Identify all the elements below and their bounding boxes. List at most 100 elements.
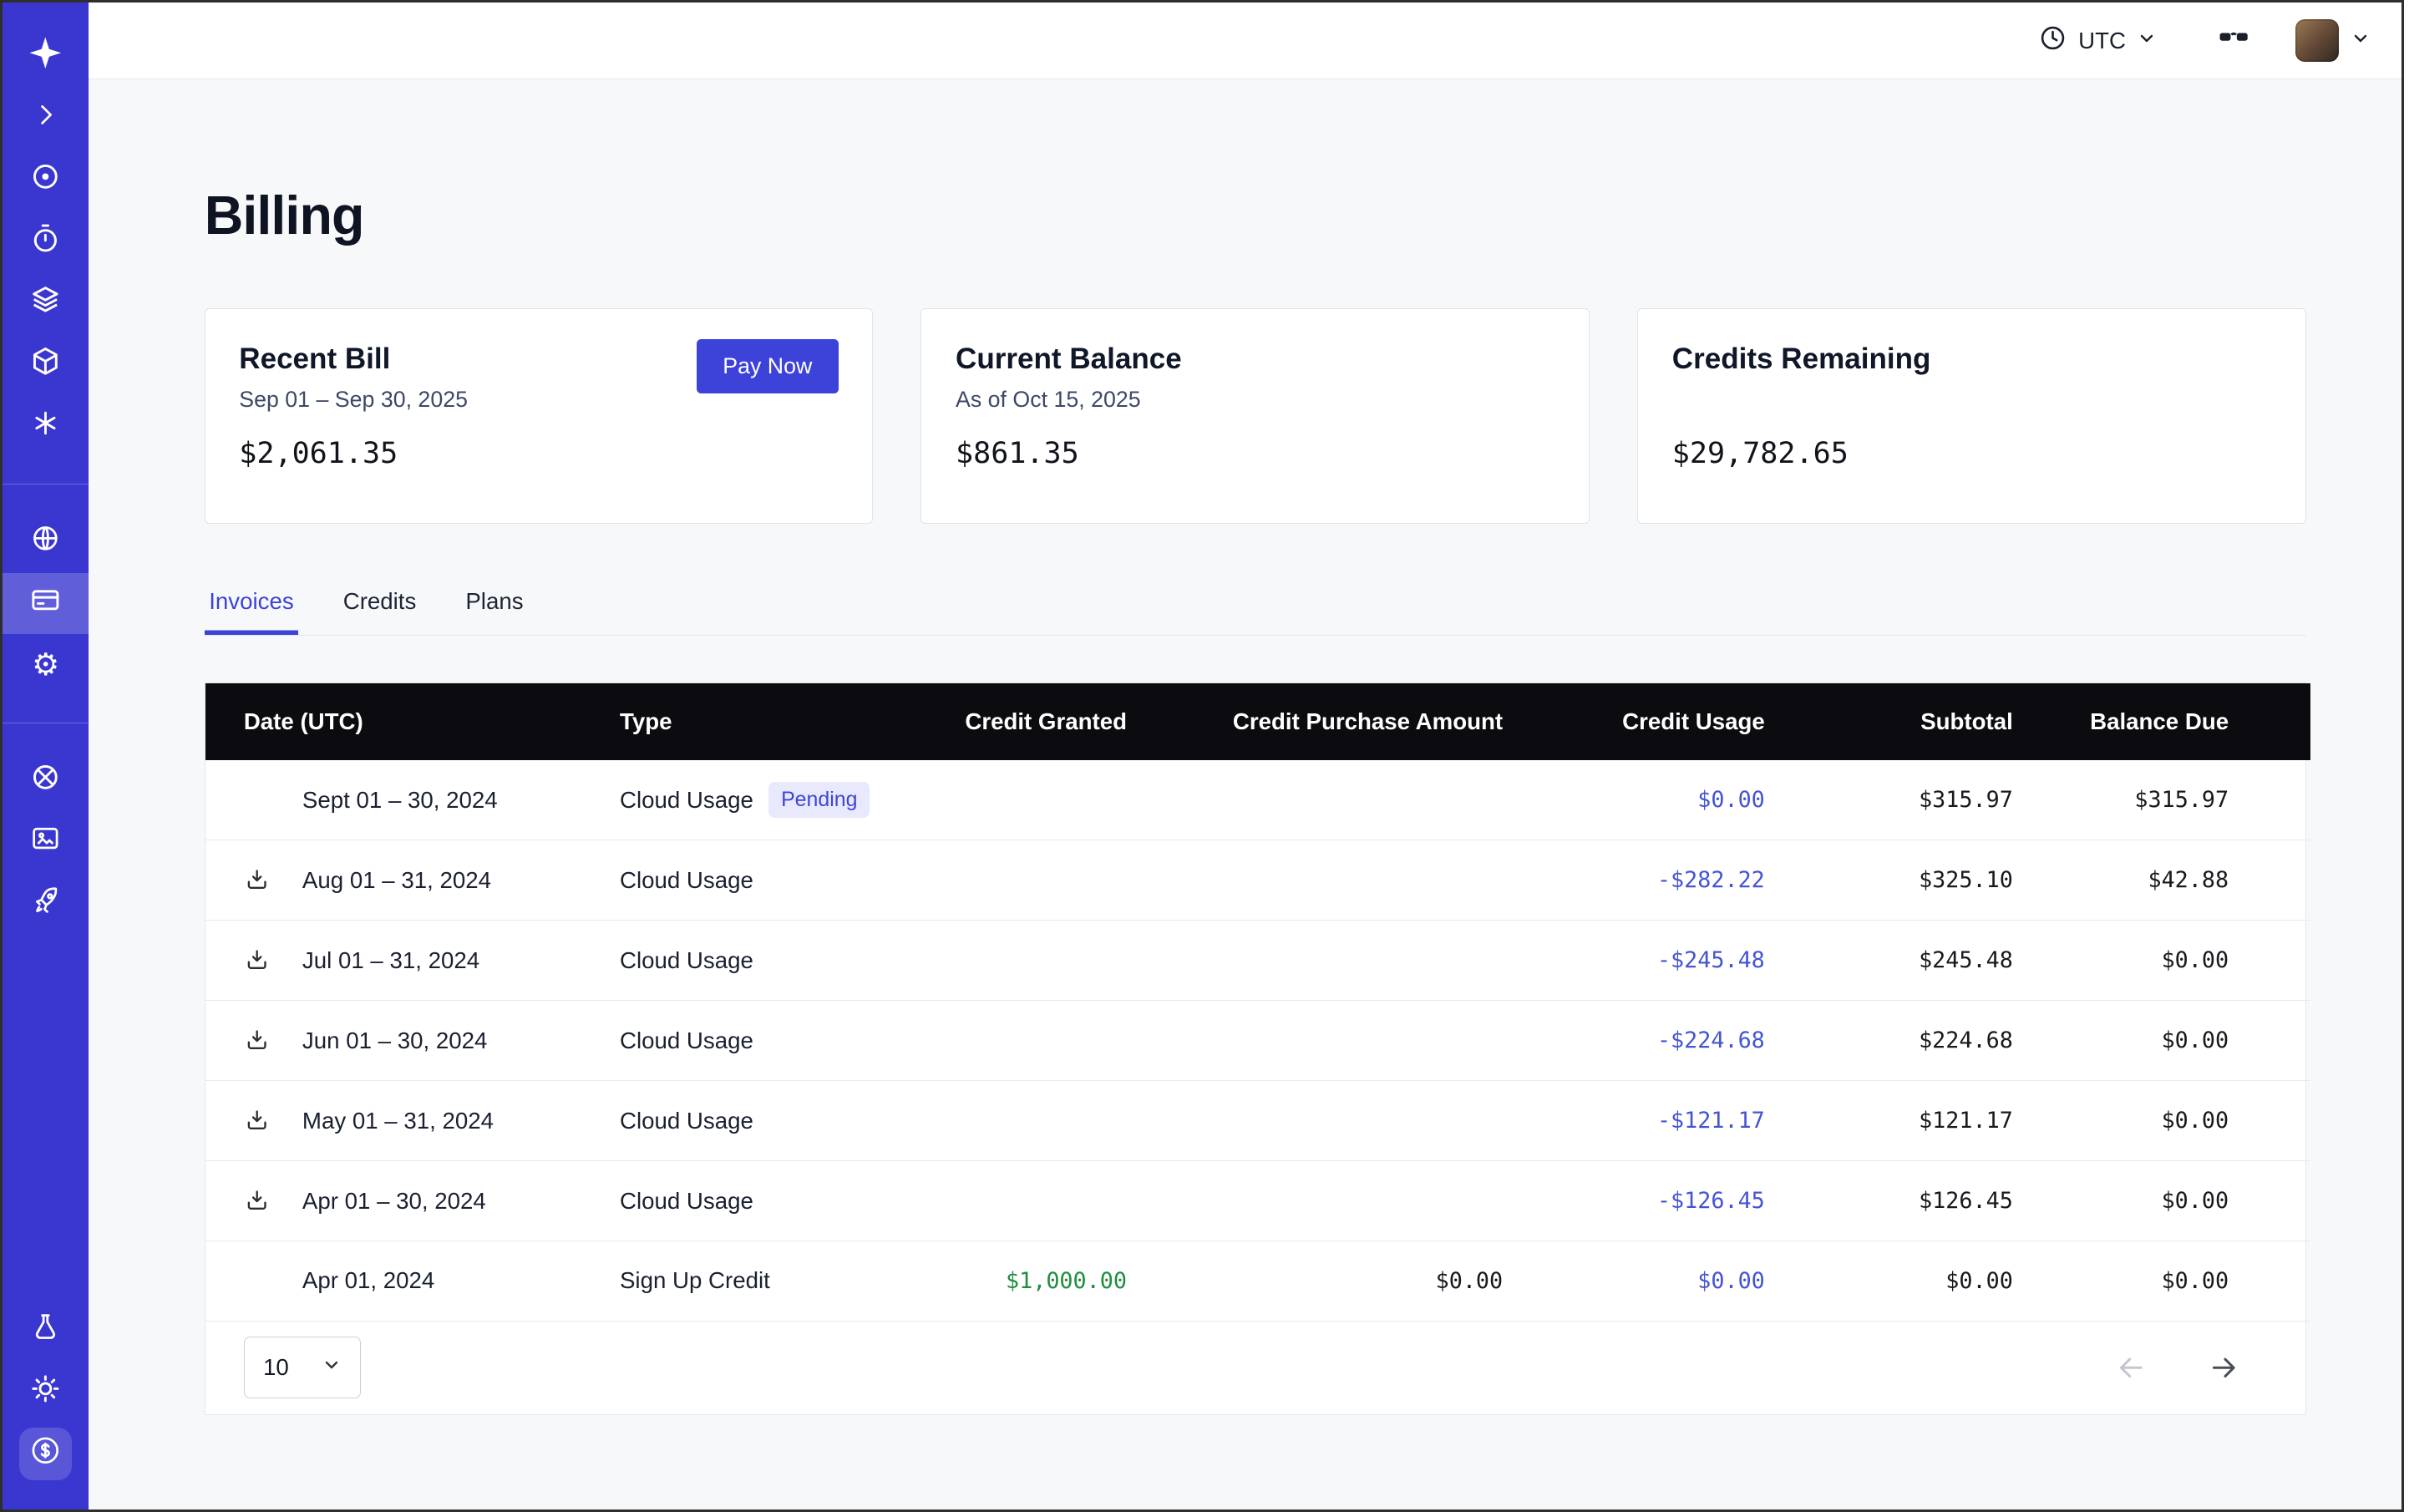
subtotal-value: $126.45	[1765, 1161, 2013, 1241]
nav-layers[interactable]	[3, 272, 89, 334]
page-title: Billing	[205, 185, 2306, 246]
glasses-icon	[2215, 18, 2252, 62]
asterisk-icon	[30, 408, 61, 445]
credit-usage-value: -$245.48	[1503, 921, 1765, 1001]
invoice-row: May 01 – 31, 2024 Cloud Usage -$121.17 $…	[205, 1081, 2310, 1161]
credit-purchase-value	[1127, 1001, 1503, 1081]
balance-due-value: $0.00	[2013, 921, 2310, 1001]
tab-invoices[interactable]: Invoices	[205, 588, 299, 635]
credit-purchase-value	[1127, 1161, 1503, 1241]
subtotal-value: $121.17	[1765, 1081, 2013, 1161]
pay-now-button[interactable]: Pay Now	[697, 339, 839, 393]
column-credit-purchase-amount: Credit Purchase Amount	[1127, 683, 1503, 760]
nav-cube[interactable]	[3, 334, 89, 396]
clock-icon	[2038, 23, 2067, 58]
chevron-right-icon	[30, 99, 61, 137]
appearance-toggle[interactable]	[2215, 18, 2252, 62]
nav-credits	[3, 1423, 89, 1485]
credit-granted-value	[897, 1001, 1127, 1081]
timezone-selector[interactable]: UTC	[2038, 23, 2157, 58]
sidebar-divider	[3, 723, 89, 724]
invoice-type: Cloud Usage	[620, 1108, 753, 1134]
invoice-row: Apr 01 – 30, 2024 Cloud Usage -$126.45 $…	[205, 1161, 2310, 1241]
nav-target[interactable]	[3, 149, 89, 211]
invoice-type: Cloud Usage	[620, 1027, 753, 1053]
invoice-date: Jul 01 – 31, 2024	[302, 947, 479, 974]
credit-granted-value	[897, 760, 1127, 840]
balance-due-value: $42.88	[2013, 840, 2310, 921]
table-footer: 10	[205, 1322, 2305, 1414]
layers-icon	[29, 283, 62, 322]
invoice-type: Sign Up Credit	[620, 1267, 770, 1293]
invoice-date: Apr 01, 2024	[302, 1267, 434, 1294]
nav-rocket[interactable]	[3, 873, 89, 935]
download-invoice-button[interactable]	[244, 1188, 302, 1214]
sidebar: ⚙	[3, 3, 89, 1509]
gear-icon: ⚙	[32, 650, 59, 681]
credits-remaining-amount: $29,782.65	[1672, 436, 2271, 470]
tab-plans[interactable]: Plans	[461, 588, 528, 635]
flask-icon	[30, 1312, 61, 1349]
globe-icon	[29, 522, 62, 561]
credit-granted-value: $1,000.00	[897, 1241, 1127, 1321]
column-balance-due: Balance Due	[2013, 683, 2310, 760]
nav-timer[interactable]	[3, 211, 89, 272]
credit-granted-value	[897, 921, 1127, 1001]
nav-globe[interactable]	[3, 511, 89, 573]
credit-usage-value: -$121.17	[1503, 1081, 1765, 1161]
collapse-sidebar-button[interactable]	[3, 87, 89, 149]
balance-due-value: $0.00	[2013, 1081, 2310, 1161]
status-badge: Pending	[768, 782, 870, 819]
credit-usage-value: -$282.22	[1503, 840, 1765, 921]
nav-theme[interactable]	[3, 1362, 89, 1423]
balance-due-value: $0.00	[2013, 1161, 2310, 1241]
previous-page-button[interactable]	[2114, 1351, 2148, 1385]
credit-purchase-value	[1127, 1081, 1503, 1161]
invoice-type: Cloud Usage	[620, 867, 753, 893]
credit-usage-value: -$126.45	[1503, 1161, 1765, 1241]
invoice-date: Apr 01 – 30, 2024	[302, 1188, 486, 1215]
credit-usage-value: -$224.68	[1503, 1001, 1765, 1081]
credit-card-icon	[29, 584, 62, 623]
subtotal-value: $325.10	[1765, 840, 2013, 921]
nav-images[interactable]	[3, 812, 89, 874]
current-balance-amount: $861.35	[956, 436, 1554, 470]
cube-icon	[29, 345, 62, 384]
logo-icon	[28, 36, 63, 77]
nav-support[interactable]	[3, 750, 89, 812]
subtotal-value: $0.00	[1765, 1241, 2013, 1321]
invoice-row: Sept 01 – 30, 2024 Cloud UsagePending $0…	[205, 760, 2310, 840]
recent-bill-card: Recent Bill Sep 01 – Sep 30, 2025 $2,061…	[205, 308, 874, 524]
credits-button[interactable]	[19, 1428, 72, 1480]
card-subtitle	[1672, 387, 2271, 414]
invoice-row: Jun 01 – 30, 2024 Cloud Usage -$224.68 $…	[205, 1001, 2310, 1081]
timezone-label: UTC	[2078, 28, 2126, 54]
subtotal-value: $315.97	[1765, 760, 2013, 840]
invoices-table: Date (UTC) Type Credit Granted Credit Pu…	[205, 682, 2306, 1415]
chevron-down-icon	[2351, 27, 2371, 55]
account-menu[interactable]	[2295, 19, 2371, 63]
tab-credits[interactable]: Credits	[338, 588, 421, 635]
nav-asterisk[interactable]	[3, 395, 89, 457]
card-title: Current Balance	[956, 342, 1554, 376]
nav-billing[interactable]	[3, 573, 89, 635]
page-size-select[interactable]: 10	[244, 1337, 361, 1398]
download-invoice-button[interactable]	[244, 947, 302, 973]
subtotal-value: $245.48	[1765, 921, 2013, 1001]
column-date: Date (UTC)	[205, 683, 620, 760]
next-page-button[interactable]	[2207, 1351, 2241, 1385]
download-invoice-button[interactable]	[244, 1027, 302, 1053]
chevron-down-icon	[322, 1354, 342, 1381]
download-invoice-button[interactable]	[244, 867, 302, 893]
balance-due-value: $0.00	[2013, 1001, 2310, 1081]
timer-icon	[29, 222, 62, 261]
credit-usage-value: $0.00	[1503, 760, 1765, 840]
nav-labs[interactable]	[3, 1300, 89, 1362]
summary-cards: Recent Bill Sep 01 – Sep 30, 2025 $2,061…	[205, 308, 2306, 524]
nav-settings[interactable]: ⚙	[3, 634, 89, 696]
balance-due-value: $315.97	[2013, 760, 2310, 840]
nav-logo[interactable]	[3, 26, 89, 88]
download-invoice-button[interactable]	[244, 1108, 302, 1134]
rocket-icon	[29, 885, 62, 924]
dollar-circle-icon	[28, 1433, 63, 1474]
